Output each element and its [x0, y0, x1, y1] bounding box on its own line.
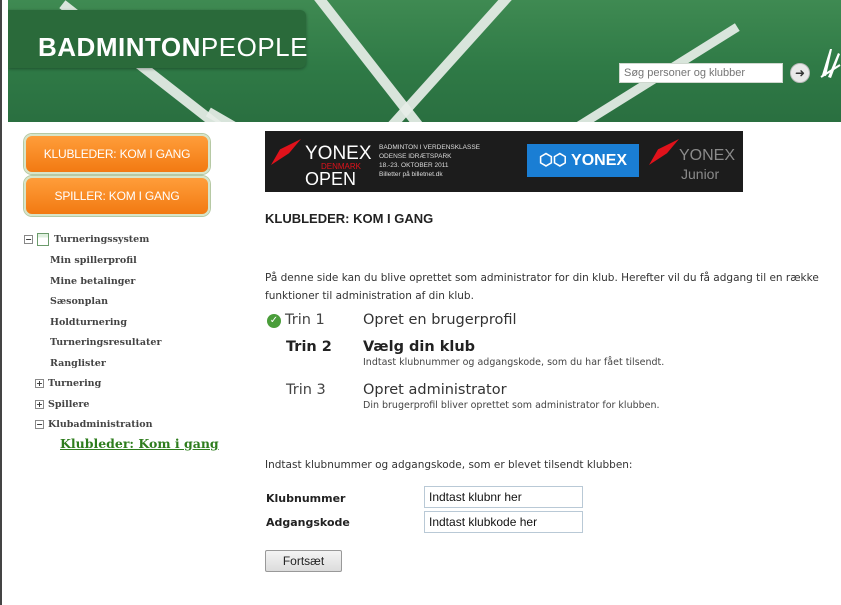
page-title: KLUBLEDER: KOM I GANG — [265, 211, 434, 226]
collapse-icon[interactable]: − — [24, 235, 33, 244]
site-logo[interactable]: BADMINTONPEOPLE — [38, 32, 308, 63]
banner-line-3: 18.-23. OKTOBER 2011 — [379, 162, 449, 169]
expand-icon[interactable]: + — [35, 379, 44, 388]
collapse-icon[interactable]: − — [35, 420, 44, 429]
logo-box[interactable]: BADMINTONPEOPLE — [8, 10, 308, 68]
yonex-logo-mark-icon: ⬡⬡ — [538, 152, 572, 169]
banner-junior-text: Junior — [681, 166, 720, 182]
document-icon — [37, 233, 49, 246]
shuttlecock-icon — [820, 49, 841, 78]
tree-root[interactable]: − Turneringssystem — [24, 233, 149, 246]
checkmark-icon: ✓ — [267, 314, 281, 328]
step-3-description: Din brugerprofil bliver oprettet som adm… — [363, 400, 660, 411]
banner-line-1: BADMINTON I VERDENSKLASSE — [379, 144, 481, 151]
yonex-mark-icon — [649, 139, 679, 165]
search-input[interactable] — [619, 63, 783, 83]
banner-line-2: ODENSE IDRÆTSPARK — [379, 153, 452, 160]
banner-line-4: Billetter på billetnet.dk — [379, 171, 443, 178]
step-2-description: Indtast klubnummer og adgangskode, som d… — [363, 357, 665, 368]
tree-item-holdturnering[interactable]: Holdturnering — [50, 317, 127, 328]
banner-open-text: OPEN — [305, 169, 357, 189]
banner-junior-yonex-text: YONEX — [679, 147, 736, 164]
step-3-label: Trin 3 — [286, 382, 326, 398]
tree-item-turneringsresultater[interactable]: Turneringsresultater — [50, 337, 161, 348]
site-header: BADMINTONPEOPLE ➜ — [8, 0, 841, 122]
yonex-banner[interactable]: YONEX DENMARK OPEN BADMINTON I VERDENSKL… — [265, 131, 743, 192]
access-code-label: Adgangskode — [266, 516, 350, 529]
continue-button[interactable]: Fortsæt — [265, 550, 342, 572]
spiller-start-button[interactable]: SPILLER: KOM I GANG — [24, 176, 210, 216]
klubleder-start-button[interactable]: KLUBLEDER: KOM I GANG — [24, 134, 210, 174]
court-line — [305, 0, 461, 122]
tree-item-klubleder-kom-i-gang[interactable]: Klubleder: Kom i gang — [60, 436, 219, 451]
step-1-title: Opret en brugerprofil — [363, 312, 517, 328]
tree-item-min-spillerprofil[interactable]: Min spillerprofil — [50, 255, 137, 266]
tree-group-turnering[interactable]: + Turnering — [35, 378, 101, 389]
step-2-label: Trin 2 — [286, 339, 332, 355]
page-edge — [0, 0, 2, 605]
club-number-field[interactable] — [424, 486, 583, 508]
tree-item-mine-betalinger[interactable]: Mine betalinger — [50, 276, 135, 287]
club-number-label: Klubnummer — [266, 492, 346, 505]
step-3-title: Opret administrator — [363, 382, 507, 398]
access-code-field[interactable] — [424, 511, 583, 533]
arrow-right-icon[interactable]: ➜ — [790, 63, 810, 83]
intro-text: På denne side kan du blive oprettet som … — [265, 272, 819, 302]
step-2-title: Vælg din klub — [363, 339, 476, 355]
court-line — [205, 107, 281, 122]
expand-icon[interactable]: + — [35, 400, 44, 409]
tree-group-spillere[interactable]: + Spillere — [35, 399, 89, 410]
banner-yonex-text: YONEX — [305, 143, 372, 164]
tree-item-ranglister[interactable]: Ranglister — [50, 358, 106, 369]
step-1-label: Trin 1 — [285, 312, 325, 328]
tree-group-klubadministration[interactable]: − Klubadministration — [35, 419, 153, 430]
yonex-logo: ⬡⬡ YONEX — [527, 144, 639, 177]
yonex-mark-icon — [271, 139, 301, 165]
tree-item-saesonplan[interactable]: Sæsonplan — [50, 296, 108, 307]
form-instruction: Indtast klubnummer og adgangskode, som e… — [265, 459, 633, 471]
